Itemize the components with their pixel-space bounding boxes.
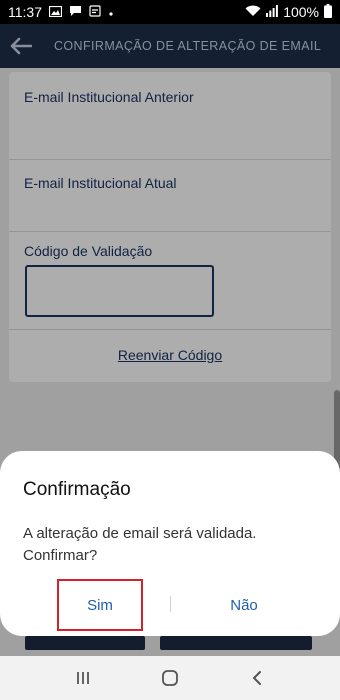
notification-icon bbox=[89, 4, 101, 20]
dot-icon bbox=[108, 4, 114, 20]
battery-percent: 100% bbox=[283, 4, 319, 20]
yes-button[interactable]: Sim bbox=[57, 579, 143, 631]
back-icon[interactable] bbox=[237, 658, 277, 698]
wifi-icon bbox=[245, 4, 261, 20]
message-icon bbox=[69, 4, 82, 20]
no-button-label: Não bbox=[230, 596, 258, 614]
dialog-title: Confirmação bbox=[23, 479, 131, 500]
status-right: 100% bbox=[245, 3, 332, 21]
status-left: 11:37 bbox=[8, 4, 114, 20]
signal-icon bbox=[266, 4, 279, 20]
dialog-message: A alteração de email será validada. Conf… bbox=[23, 525, 257, 564]
recent-apps-icon[interactable] bbox=[63, 658, 103, 698]
screen: 11:37 100% CONFIRMAÇÃO DE ALTERAÇÃO DE E… bbox=[0, 0, 340, 700]
system-nav-bar bbox=[0, 656, 340, 700]
yes-button-label: Sim bbox=[87, 596, 113, 614]
gallery-icon bbox=[48, 4, 63, 20]
status-time: 11:37 bbox=[8, 4, 42, 20]
home-icon[interactable] bbox=[150, 658, 190, 698]
status-bar: 11:37 100% bbox=[0, 0, 340, 24]
no-button[interactable]: Não bbox=[200, 579, 288, 631]
battery-icon bbox=[324, 3, 332, 21]
confirmation-dialog: Confirmação A alteração de email será va… bbox=[0, 451, 340, 636]
button-divider bbox=[170, 596, 171, 612]
